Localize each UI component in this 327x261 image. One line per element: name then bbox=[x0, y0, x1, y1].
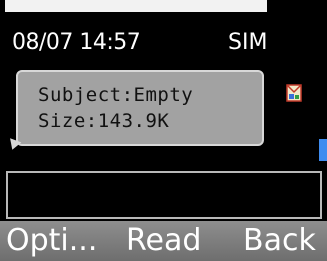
message-datetime: 08/07 14:57 bbox=[12, 30, 141, 55]
back-softkey[interactable]: Back bbox=[243, 223, 316, 259]
options-softkey[interactable]: Opti... bbox=[6, 223, 97, 259]
phone-screen: 08/07 14:57 SIM Subject:Empty Size:143.9… bbox=[0, 0, 327, 261]
scrollbar-track[interactable] bbox=[315, 0, 327, 162]
message-preview-box[interactable] bbox=[6, 171, 322, 219]
mms-message-icon bbox=[286, 83, 302, 103]
softkey-bar: Opti... Read Back bbox=[0, 221, 327, 261]
read-softkey[interactable]: Read bbox=[126, 223, 201, 259]
top-status-bar bbox=[5, 0, 267, 12]
message-header-row: 08/07 14:57 SIM bbox=[0, 30, 327, 62]
scrollbar-thumb[interactable] bbox=[319, 139, 327, 161]
message-subject: Subject:Empty bbox=[38, 84, 194, 106]
sim-label: SIM bbox=[228, 30, 268, 55]
message-size: Size:143.9K bbox=[38, 110, 170, 132]
message-details-tooltip: Subject:Empty Size:143.9K bbox=[16, 70, 264, 146]
